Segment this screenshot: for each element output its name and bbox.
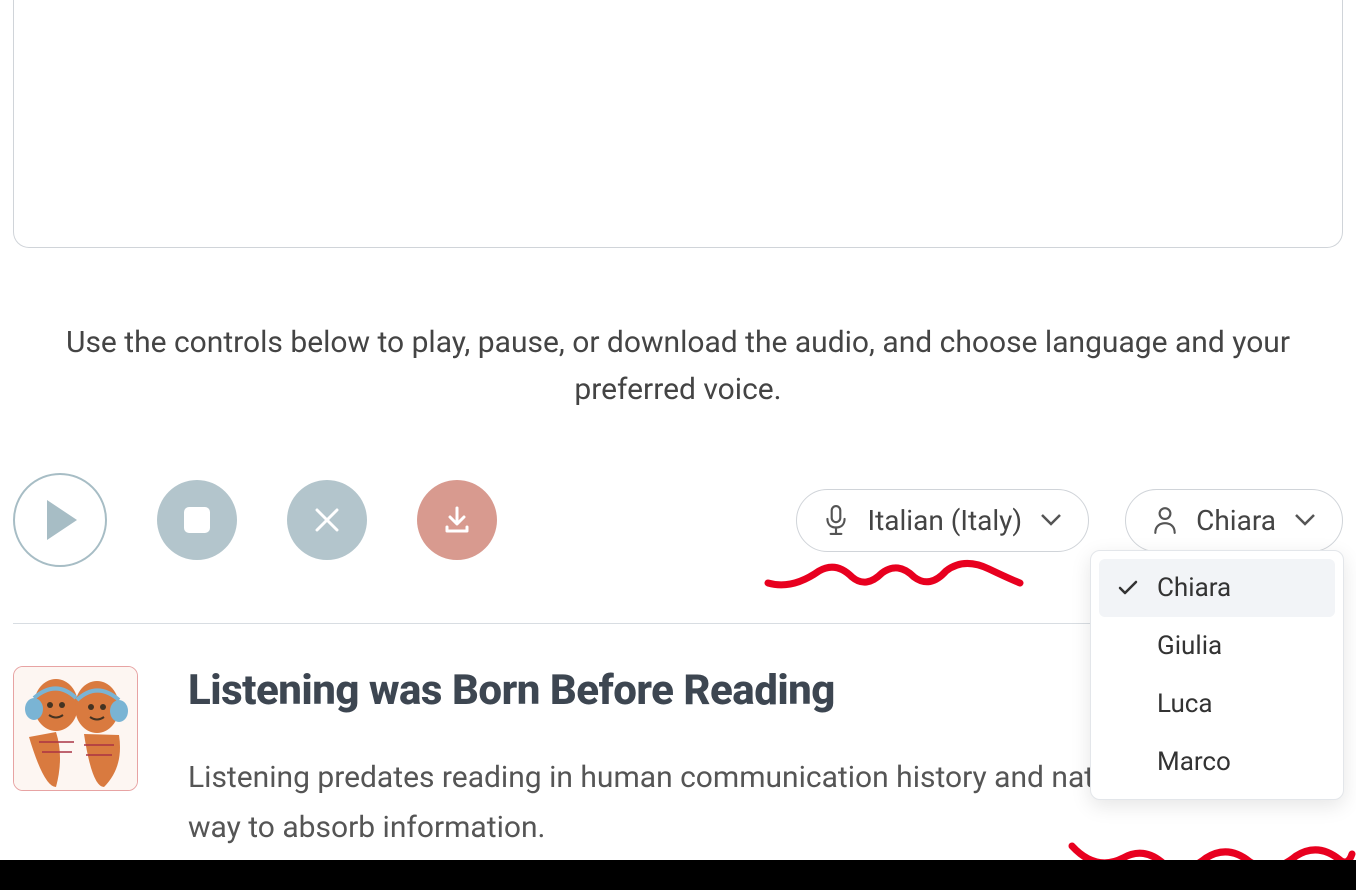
language-dropdown[interactable]: Italian (Italy)	[796, 489, 1089, 552]
check-icon	[1117, 580, 1139, 596]
voice-dropdown[interactable]: Chiara	[1125, 489, 1343, 552]
voice-option-label: Marco	[1157, 747, 1231, 777]
close-icon	[314, 507, 340, 533]
play-button[interactable]	[13, 473, 107, 567]
stop-icon	[184, 507, 210, 533]
chevron-down-icon	[1040, 513, 1062, 527]
voice-option[interactable]: Chiara	[1099, 559, 1335, 617]
voice-label: Chiara	[1196, 504, 1276, 537]
download-button[interactable]	[417, 480, 497, 560]
chevron-down-icon	[1294, 513, 1316, 527]
playback-buttons	[13, 473, 497, 567]
voice-option[interactable]: Marco	[1099, 733, 1335, 791]
voice-dropdown-menu: Chiara Giulia Luca Marco	[1090, 550, 1344, 800]
language-label: Italian (Italy)	[867, 504, 1022, 537]
voice-option[interactable]: Luca	[1099, 675, 1335, 733]
instructions-text: Use the controls below to play, pause, o…	[0, 320, 1356, 413]
cancel-button[interactable]	[287, 480, 367, 560]
download-icon	[442, 505, 472, 535]
play-icon	[43, 500, 77, 540]
voice-option-label: Luca	[1157, 689, 1213, 719]
content-panel	[13, 0, 1343, 248]
article-thumbnail	[13, 666, 138, 791]
voice-option-label: Chiara	[1157, 573, 1231, 603]
bottom-strip	[0, 860, 1356, 890]
microphone-icon	[823, 505, 849, 535]
stop-button[interactable]	[157, 480, 237, 560]
voice-option-label: Giulia	[1157, 631, 1222, 661]
voice-option[interactable]: Giulia	[1099, 617, 1335, 675]
person-icon	[1152, 506, 1178, 534]
